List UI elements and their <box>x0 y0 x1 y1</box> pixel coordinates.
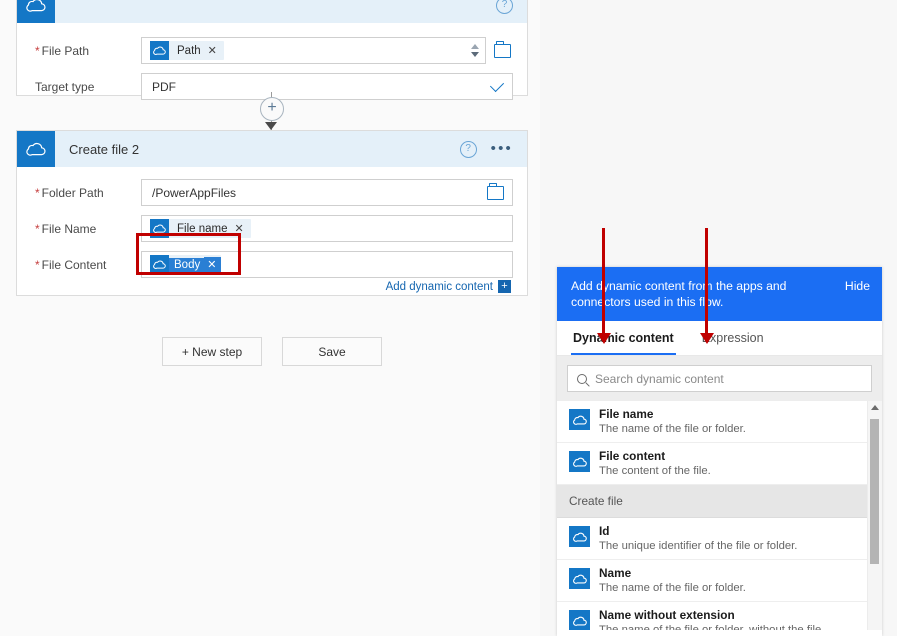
dynamic-content-banner: Add dynamic content from the apps and co… <box>557 267 882 321</box>
add-dynamic-content-row[interactable]: Add dynamic content + <box>31 280 513 293</box>
create-file-2-card[interactable]: Create file 2 ? ••• * Folder Path /PowerA… <box>16 130 528 296</box>
file-content-row: * File Content Body ✕ <box>31 251 513 278</box>
dynamic-content-item[interactable]: File name The name of the file or folder. <box>557 401 868 443</box>
dynamic-content-item-description: The content of the file. <box>599 465 711 477</box>
file-path-label: * File Path <box>35 43 90 58</box>
onedrive-cloud-icon <box>150 255 169 274</box>
body-token[interactable]: Body ✕ <box>150 255 222 274</box>
save-button[interactable]: Save <box>282 337 382 366</box>
dynamic-content-panel[interactable]: Add dynamic content from the apps and co… <box>557 267 882 636</box>
create-file-2-card-header[interactable]: Create file 2 ? ••• <box>17 131 527 167</box>
chevron-up-icon[interactable] <box>471 44 479 49</box>
create-file-2-card-title: Create file 2 <box>69 141 140 157</box>
onedrive-cloud-icon <box>17 0 55 23</box>
dynamic-content-item-description: The name of the file or folder. <box>599 423 746 435</box>
onedrive-cloud-icon <box>569 568 590 589</box>
folder-path-input[interactable]: /PowerAppFiles <box>141 179 513 206</box>
dynamic-content-item-name: Name <box>599 566 632 580</box>
search-dynamic-content-input[interactable]: Search dynamic content <box>567 365 872 392</box>
target-type-label: Target type <box>35 79 95 94</box>
folder-picker-icon[interactable] <box>494 40 511 58</box>
canvas-action-buttons: + New step Save <box>162 337 382 366</box>
dynamic-content-list: File name The name of the file or folder.… <box>557 401 868 630</box>
body-token-label: Body <box>169 257 205 272</box>
file-name-token-label: File name <box>177 222 228 235</box>
add-dynamic-content-link[interactable]: Add dynamic content <box>386 281 493 293</box>
dynamic-content-list-wrapper: File name The name of the file or folder.… <box>557 401 882 630</box>
dynamic-content-item-description: The name of the file or folder. <box>599 582 746 594</box>
search-placeholder: Search dynamic content <box>595 371 724 386</box>
file-path-input[interactable]: Path ✕ <box>141 37 486 64</box>
folder-path-label: * Folder Path <box>35 185 104 200</box>
dynamic-content-banner-text: Add dynamic content from the apps and co… <box>571 279 787 309</box>
dynamic-content-tabs: Dynamic content Expression <box>557 321 882 356</box>
dynamic-content-item-description: The unique identifier of the file or fol… <box>599 540 798 552</box>
dynamic-content-item-description: The name of the file or folder, without … <box>599 624 822 630</box>
file-name-row: * File Name File name ✕ <box>31 215 513 242</box>
convert-file-card-header[interactable]: ? <box>17 0 527 23</box>
dynamic-content-item[interactable]: Id The unique identifier of the file or f… <box>557 518 868 560</box>
dynamic-content-search-area: Search dynamic content <box>557 356 882 401</box>
folder-path-value: /PowerAppFiles <box>152 185 237 200</box>
tab-expression[interactable]: Expression <box>700 321 766 355</box>
ellipsis-icon[interactable]: ••• <box>491 141 513 156</box>
onedrive-cloud-icon <box>150 41 169 60</box>
folder-path-row: * Folder Path /PowerAppFiles <box>31 179 513 206</box>
file-name-label: * File Name <box>35 221 97 236</box>
dynamic-content-item[interactable]: Name without extension The name of the fi… <box>557 602 868 630</box>
required-asterisk: * <box>35 221 40 236</box>
dynamic-content-item-name: File name <box>599 407 654 421</box>
file-path-spinner[interactable] <box>471 44 485 57</box>
add-dynamic-content-plus-icon[interactable]: + <box>498 280 511 293</box>
new-step-button[interactable]: + New step <box>162 337 262 366</box>
file-path-row: * File Path Path ✕ <box>31 37 513 64</box>
onedrive-cloud-icon <box>569 526 590 547</box>
help-circle-icon[interactable]: ? <box>459 140 477 158</box>
dynamic-content-item-name: File content <box>599 449 666 463</box>
onedrive-cloud-icon <box>569 409 590 430</box>
target-type-value: PDF <box>152 79 176 94</box>
onedrive-cloud-icon <box>569 451 590 472</box>
flow-designer-canvas: ? * File Path Path ✕ Target type PDF + C… <box>0 0 540 636</box>
chevron-down-icon[interactable] <box>471 52 479 57</box>
chevron-down-icon[interactable] <box>489 77 505 92</box>
convert-file-card[interactable]: ? * File Path Path ✕ Target type PDF <box>16 0 528 100</box>
remove-token-icon[interactable]: ✕ <box>208 44 224 57</box>
tab-dynamic-content[interactable]: Dynamic content <box>571 321 676 355</box>
target-type-select[interactable]: PDF <box>141 73 513 100</box>
dynamic-content-scrollbar[interactable] <box>867 401 882 630</box>
file-name-token[interactable]: File name ✕ <box>150 219 251 238</box>
onedrive-cloud-icon <box>150 219 169 238</box>
dynamic-content-item[interactable]: Name The name of the file or folder. <box>557 560 868 602</box>
dynamic-content-group-header: Create file <box>557 485 868 518</box>
file-name-input[interactable]: File name ✕ <box>141 215 513 242</box>
scroll-up-arrow-icon[interactable] <box>871 405 879 410</box>
search-icon <box>577 373 587 384</box>
path-token[interactable]: Path ✕ <box>150 41 224 60</box>
path-token-label: Path <box>177 44 201 57</box>
folder-picker-icon[interactable] <box>487 182 504 200</box>
remove-token-icon[interactable]: ✕ <box>235 222 251 235</box>
file-content-input[interactable]: Body ✕ <box>141 251 513 278</box>
insert-step-connector[interactable]: + <box>248 92 296 132</box>
dynamic-content-item[interactable]: File content The content of the file. <box>557 443 868 485</box>
hide-panel-link[interactable]: Hide <box>845 278 870 294</box>
file-content-label: * File Content <box>35 257 107 272</box>
dynamic-content-item-name: Name without extension <box>599 608 735 622</box>
onedrive-cloud-icon <box>569 610 590 630</box>
help-circle-icon[interactable]: ? <box>496 0 513 14</box>
remove-token-icon[interactable]: ✕ <box>204 257 222 272</box>
scrollbar-thumb[interactable] <box>870 419 879 564</box>
required-asterisk: * <box>35 257 40 272</box>
onedrive-cloud-icon <box>17 131 55 167</box>
connector-arrow-icon <box>265 122 277 130</box>
add-step-plus-icon[interactable]: + <box>260 97 284 121</box>
required-asterisk: * <box>35 43 40 58</box>
required-asterisk: * <box>35 185 40 200</box>
dynamic-content-item-name: Id <box>599 524 610 538</box>
